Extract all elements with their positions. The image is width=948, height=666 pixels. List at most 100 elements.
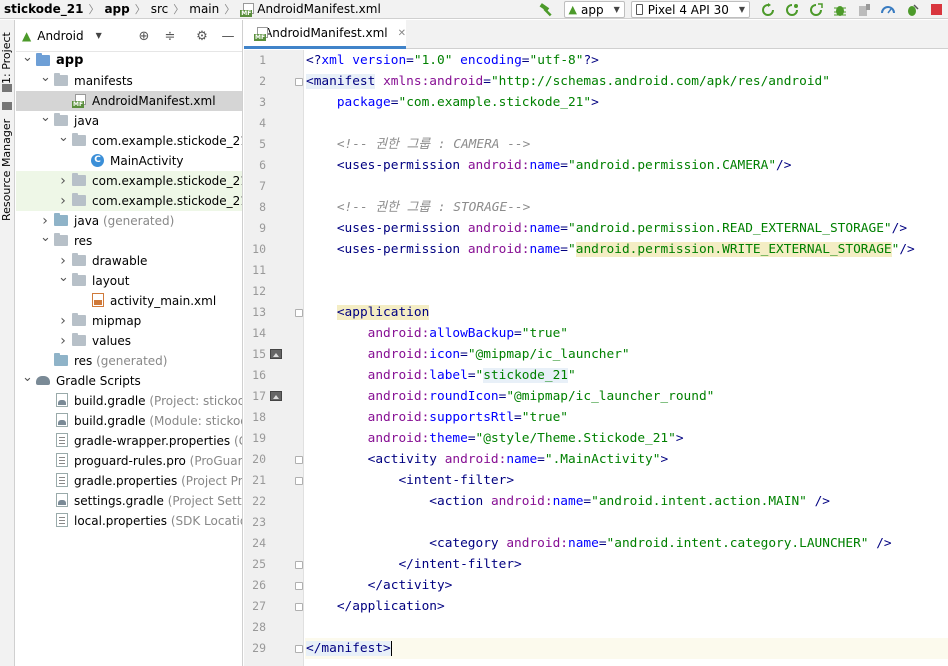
collapse-all-icon[interactable]: ≑ [162, 28, 178, 44]
code-line[interactable]: <activity android:name=".MainActivity"> [305, 449, 948, 470]
run-config-select[interactable]: ▲ app ▼ [563, 1, 625, 18]
breadcrumb-src[interactable]: src [151, 2, 169, 16]
chevron-down-icon[interactable]: ⌄ [58, 271, 69, 286]
tree-item[interactable]: build.gradle (Project: stickode_2 [16, 391, 242, 411]
breadcrumb-file[interactable]: AndroidManifest.xml [257, 2, 381, 16]
hide-panel-icon[interactable]: — [220, 28, 236, 44]
tree-item[interactable]: ⌄ app [16, 51, 242, 71]
code-line[interactable] [305, 617, 948, 638]
tree-item[interactable]: ⌄ layout [16, 271, 242, 291]
tree-item[interactable]: › com.example.stickode_21 (a [16, 171, 242, 191]
tab-androidmanifest[interactable]: AndroidManifest.xml ✕ [244, 20, 406, 49]
code-line[interactable] [305, 512, 948, 533]
chevron-down-icon[interactable]: ⌄ [58, 131, 69, 146]
code-line[interactable] [305, 281, 948, 302]
tree-item[interactable]: › com.example.stickode_21 (t [16, 191, 242, 211]
tree-item[interactable]: local.properties (SDK Location) [16, 511, 242, 531]
chevron-right-icon[interactable]: › [58, 174, 68, 188]
code-line[interactable]: </manifest> [305, 638, 948, 659]
code-line[interactable]: <action android:name="android.intent.act… [305, 491, 948, 512]
tree-item[interactable]: › java (generated) [16, 211, 242, 231]
tree-item[interactable]: proguard-rules.pro (ProGuard R [16, 451, 242, 471]
code-line[interactable] [305, 260, 948, 281]
fold-marker-icon[interactable] [295, 603, 303, 611]
tree-item[interactable]: ⌄ manifests [16, 71, 242, 91]
code-line[interactable]: </application> [305, 596, 948, 617]
code-line[interactable]: android:label="stickode_21" [305, 365, 948, 386]
profile-icon[interactable] [880, 2, 896, 18]
attach-debugger-icon[interactable] [856, 2, 872, 18]
code-line[interactable]: <uses-permission android:name="android.p… [305, 155, 948, 176]
code-line[interactable] [305, 176, 948, 197]
tree-item[interactable]: res (generated) [16, 351, 242, 371]
attach-icon[interactable] [904, 2, 920, 18]
fold-marker-icon[interactable] [295, 582, 303, 590]
code-line[interactable]: android:allowBackup="true" [305, 323, 948, 344]
fold-marker-icon[interactable] [295, 78, 303, 86]
chevron-right-icon[interactable]: › [58, 194, 68, 208]
chevron-down-icon[interactable]: ⌄ [40, 111, 51, 126]
tree-item[interactable]: ⌄ com.example.stickode_21 [16, 131, 242, 151]
chevron-down-icon[interactable]: ⌄ [22, 51, 33, 66]
code-line[interactable]: </intent-filter> [305, 554, 948, 575]
gear-icon[interactable]: ⚙ [194, 28, 210, 44]
fold-marker-icon[interactable] [295, 477, 303, 485]
breadcrumb-module[interactable]: app [104, 2, 129, 16]
chevron-right-icon[interactable]: › [58, 254, 68, 268]
fold-marker-icon[interactable] [295, 561, 303, 569]
code-line[interactable]: <intent-filter> [305, 470, 948, 491]
code-line[interactable]: android:theme="@style/Theme.Stickode_21"… [305, 428, 948, 449]
tree-item[interactable]: › drawable [16, 251, 242, 271]
chevron-right-icon[interactable]: › [58, 334, 68, 348]
tree-item[interactable]: ⌄ java [16, 111, 242, 131]
tree-item[interactable]: › mipmap [16, 311, 242, 331]
code-line[interactable]: android:roundIcon="@mipmap/ic_launcher_r… [305, 386, 948, 407]
code-line[interactable]: <!-- 권한 그룹 : CAMERA --> [305, 134, 948, 155]
breadcrumb-project[interactable]: stickode_21 [4, 2, 83, 16]
code-line[interactable]: android:icon="@mipmap/ic_launcher" [305, 344, 948, 365]
apply-code-changes-icon[interactable] [808, 2, 824, 18]
tree-item[interactable]: settings.gradle (Project Settings [16, 491, 242, 511]
tree-item[interactable]: gradle-wrapper.properties (Grad [16, 431, 242, 451]
device-select[interactable]: Pixel 4 API 30 ▼ [630, 1, 750, 18]
chevron-right-icon[interactable]: › [58, 314, 68, 328]
code-line[interactable]: <uses-permission android:name="android.p… [305, 218, 948, 239]
image-preview-icon[interactable] [270, 391, 282, 401]
hammer-icon[interactable] [538, 2, 554, 18]
fold-marker-icon[interactable] [295, 309, 303, 317]
code-line[interactable]: <uses-permission android:name="android.p… [305, 239, 948, 260]
resource-manager-tool-tab[interactable]: Resource Manager [0, 115, 15, 225]
code-line[interactable]: <?xml version="1.0" encoding="utf-8"?> [305, 50, 948, 71]
code-line[interactable]: <application [305, 302, 948, 323]
tree-item[interactable]: activity_main.xml [16, 291, 242, 311]
chevron-down-icon[interactable]: ⌄ [40, 231, 51, 246]
debug-icon[interactable] [832, 2, 848, 18]
fold-marker-icon[interactable] [295, 645, 303, 653]
locate-file-icon[interactable]: ⊕ [136, 28, 152, 44]
tree-item[interactable]: ⌄ Gradle Scripts [16, 371, 242, 391]
tree-item[interactable]: gradle.properties (Project Prope [16, 471, 242, 491]
code-line[interactable]: </activity> [305, 575, 948, 596]
code-line[interactable]: android:supportsRtl="true" [305, 407, 948, 428]
breadcrumb-main[interactable]: main [189, 2, 219, 16]
image-preview-icon[interactable] [270, 349, 282, 359]
tree-item[interactable]: C MainActivity [16, 151, 242, 171]
fold-marker-icon[interactable] [295, 456, 303, 464]
tree-item[interactable]: build.gradle (Module: stickode_ [16, 411, 242, 431]
code-line[interactable] [305, 113, 948, 134]
project-tool-tab[interactable]: 1: Project [0, 28, 15, 88]
tree-item[interactable]: ⌄ res [16, 231, 242, 251]
close-icon[interactable]: ✕ [398, 28, 406, 39]
chevron-down-icon[interactable]: ▼ [96, 31, 102, 40]
stop-icon[interactable] [928, 2, 944, 18]
chevron-down-icon[interactable]: ⌄ [22, 371, 33, 386]
tree-item[interactable]: AndroidManifest.xml [16, 91, 242, 111]
code-line[interactable]: <!-- 권한 그룹 : STORAGE--> [305, 197, 948, 218]
view-mode-select[interactable]: Android [37, 29, 83, 43]
code-line[interactable]: package="com.example.stickode_21"> [305, 92, 948, 113]
tree-item[interactable]: › values [16, 331, 242, 351]
code-line[interactable]: <manifest xmlns:android="http://schemas.… [305, 71, 948, 92]
refresh-icon[interactable] [760, 2, 776, 18]
code-area[interactable]: <?xml version="1.0" encoding="utf-8"?> <m… [305, 50, 948, 666]
chevron-down-icon[interactable]: ⌄ [40, 71, 51, 86]
